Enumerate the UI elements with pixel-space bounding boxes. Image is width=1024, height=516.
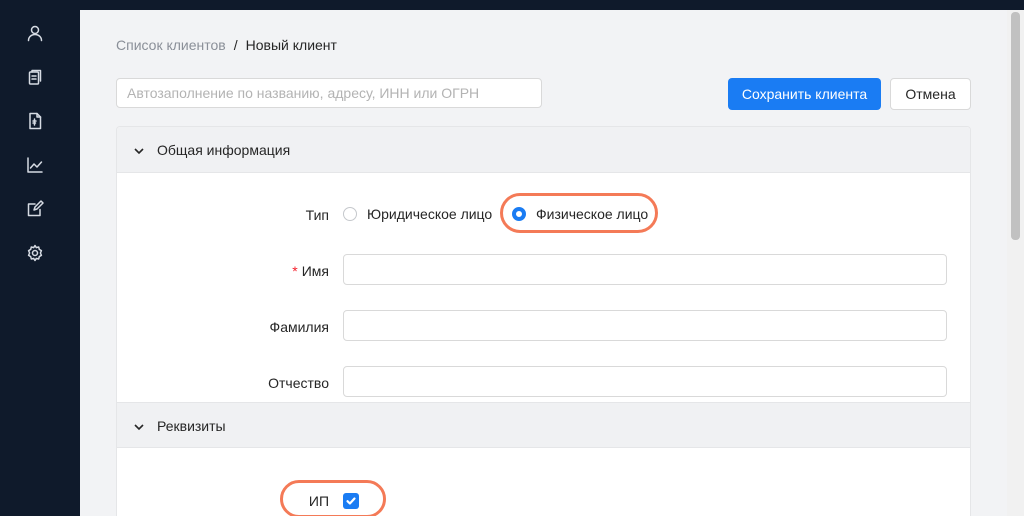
radio-legal-entity-circle [343, 207, 357, 221]
patronymic-label: Отчество [268, 375, 329, 391]
main-content: Список клиентов / Новый клиент Сохранить к… [80, 10, 1007, 516]
general-info-title: Общая информация [157, 142, 291, 158]
edit-icon[interactable] [24, 198, 46, 220]
breadcrumb-current: Новый клиент [245, 37, 337, 53]
autofill-search-input[interactable] [116, 78, 542, 108]
type-label: Тип [305, 207, 329, 223]
save-client-button[interactable]: Сохранить клиента [728, 78, 881, 110]
sidebar [0, 0, 80, 516]
user-icon[interactable] [24, 22, 46, 44]
radio-legal-entity[interactable]: Юридическое лицо [343, 206, 492, 222]
breadcrumb-clients-link[interactable]: Список клиентов [116, 37, 226, 53]
document-currency-icon[interactable] [24, 110, 46, 132]
ip-label: ИП [308, 493, 329, 509]
scrollbar[interactable] [1007, 10, 1024, 516]
last-name-field[interactable] [343, 310, 947, 341]
chevron-down-icon [133, 420, 145, 432]
radio-individual-label: Физическое лицо [536, 206, 649, 222]
requisites-title: Реквизиты [157, 418, 226, 434]
cancel-button[interactable]: Отмена [890, 78, 971, 110]
radio-legal-entity-label: Юридическое лицо [367, 206, 493, 222]
last-name-label: Фамилия [269, 319, 329, 335]
clipboard-icon[interactable] [24, 66, 46, 88]
requisites-panel-header[interactable]: Реквизиты [117, 402, 970, 448]
general-info-panel-header[interactable]: Общая информация [117, 127, 970, 173]
radio-individual[interactable]: Физическое лицо [512, 206, 648, 222]
ip-checkbox[interactable] [343, 493, 359, 509]
radio-individual-circle [512, 207, 526, 221]
patronymic-field[interactable] [343, 366, 947, 397]
checkmark-icon [346, 497, 356, 505]
required-asterisk: * [292, 263, 298, 279]
first-name-label: * Имя [129, 263, 329, 279]
client-form-card: Общая информация Тип Юридическое лицо Фи… [116, 126, 971, 516]
first-name-label-text: Имя [301, 263, 329, 279]
top-bar [80, 0, 1024, 10]
scrollbar-thumb[interactable] [1011, 12, 1020, 240]
first-name-field[interactable] [343, 254, 947, 285]
breadcrumb: Список клиентов / Новый клиент [116, 37, 337, 53]
chart-icon[interactable] [24, 154, 46, 176]
gear-icon[interactable] [24, 242, 46, 264]
chevron-down-icon [133, 144, 145, 156]
breadcrumb-separator: / [233, 37, 238, 53]
